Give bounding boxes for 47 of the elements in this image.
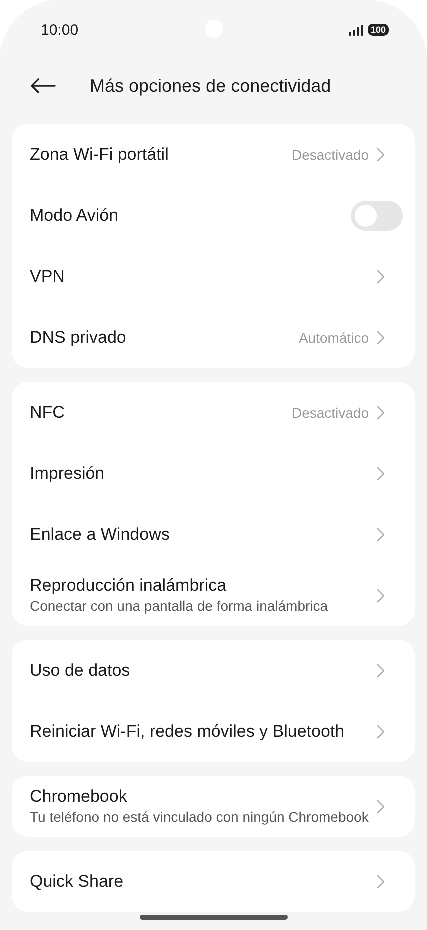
setting-label: Enlace a Windows bbox=[30, 524, 171, 544]
setting-label: Uso de datos bbox=[30, 660, 132, 680]
setting-label: Quick Share bbox=[30, 872, 125, 892]
settings-row[interactable]: Chromebook Tu teléfono no está vinculado con ningún Chromebook bbox=[12, 776, 415, 837]
setting-label: Chromebook bbox=[30, 786, 128, 807]
back-arrow-icon[interactable] bbox=[30, 78, 56, 94]
chevron-right-icon bbox=[377, 724, 385, 738]
setting-label: DNS privado bbox=[30, 328, 128, 348]
chevron-right-icon bbox=[377, 664, 385, 678]
signal-icon bbox=[348, 24, 364, 36]
settings-row[interactable]: Zona Wi-Fi portátil Desactivado bbox=[12, 124, 415, 185]
chevron-right-icon bbox=[377, 330, 385, 344]
setting-value: Automático bbox=[298, 330, 369, 346]
chevron-right-icon bbox=[377, 588, 385, 602]
setting-label: VPN bbox=[30, 266, 66, 286]
status-time: 10:00 bbox=[41, 22, 79, 38]
settings-row[interactable]: Impresión bbox=[12, 443, 415, 504]
setting-label: Reproducción inalámbrica bbox=[30, 576, 228, 596]
home-indicator[interactable] bbox=[140, 915, 288, 920]
settings-row[interactable]: Uso de datos bbox=[12, 640, 415, 701]
chevron-right-icon bbox=[377, 800, 385, 814]
setting-label: Impresión bbox=[30, 464, 106, 484]
chevron-right-icon bbox=[377, 406, 385, 420]
setting-description: Tu teléfono no está vinculado con ningún Chromebook bbox=[30, 808, 369, 826]
settings-row[interactable]: Enlace a Windows bbox=[12, 504, 415, 565]
chevron-right-icon bbox=[377, 270, 385, 284]
chevron-right-icon bbox=[377, 466, 385, 480]
settings-row[interactable]: Modo Avión bbox=[12, 185, 415, 246]
settings-row[interactable]: Quick Share bbox=[12, 851, 415, 912]
settings-row[interactable]: Reiniciar Wi-Fi, redes móviles y Bluetooth bbox=[12, 701, 415, 762]
setting-value: Desactivado bbox=[292, 146, 369, 162]
settings-row[interactable]: DNS privado Automático bbox=[12, 307, 415, 368]
chevron-right-icon bbox=[377, 148, 385, 162]
toggle-switch[interactable] bbox=[351, 200, 403, 230]
settings-row[interactable]: NFC Desactivado bbox=[12, 382, 415, 443]
chevron-right-icon bbox=[377, 874, 385, 888]
battery-level: 100 bbox=[368, 24, 389, 36]
chevron-right-icon bbox=[377, 528, 385, 542]
setting-label: Zona Wi-Fi portátil bbox=[30, 144, 170, 164]
setting-description: Conectar con una pantalla de forma inalámbrica bbox=[30, 598, 330, 616]
setting-label: NFC bbox=[30, 402, 66, 422]
setting-label: Modo Avión bbox=[30, 206, 120, 226]
setting-label: Reiniciar Wi-Fi, redes móviles y Bluetooth bbox=[30, 722, 346, 742]
setting-value: Desactivado bbox=[292, 404, 369, 420]
settings-row[interactable]: VPN bbox=[12, 246, 415, 307]
settings-row[interactable]: Reproducción inalámbrica Conectar con una pantalla de forma inalámbrica bbox=[12, 565, 415, 626]
page-title: Más opciones de conectividad bbox=[90, 76, 332, 96]
